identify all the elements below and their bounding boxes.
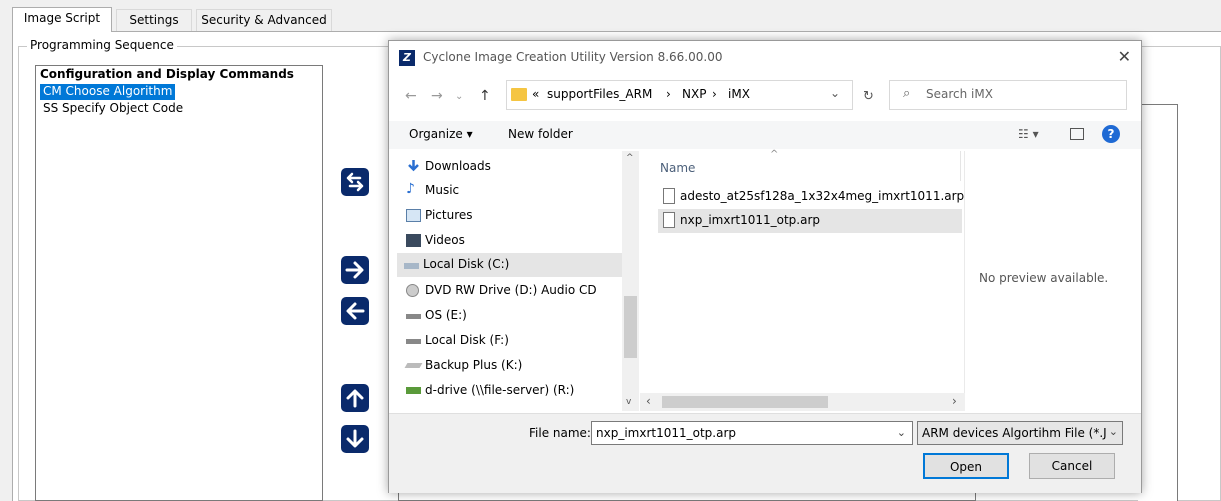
- sequence-item-specify-object-code[interactable]: SS Specify Object Code: [40, 101, 186, 117]
- scroll-up-icon[interactable]: ^: [626, 153, 634, 163]
- pictures-icon: [406, 209, 421, 222]
- add-right-button[interactable]: [341, 256, 369, 284]
- folder-icon: [511, 88, 527, 101]
- file-list: Name ^ adesto_at25sf128a_1x32x4meg_imxrt…: [640, 149, 965, 411]
- dialog-footer: File name: nxp_imxrt1011_otp.arp ⌄ ARM d…: [389, 413, 1141, 493]
- file-row-selected[interactable]: nxp_imxrt1011_otp.arp: [658, 209, 962, 233]
- file-type-value: ARM devices Algortihm File (*.J: [922, 426, 1107, 440]
- dialog-titlebar: Z Cyclone Image Creation Utility Version…: [389, 41, 1141, 73]
- navigation-bar: ← → ⌄ ↑ « supportFiles_ARM › NXP › iMX ⌄…: [389, 77, 1141, 115]
- sequence-item-choose-algorithm[interactable]: CM Choose Algorithm: [40, 84, 176, 100]
- close-icon[interactable]: ✕: [1118, 47, 1131, 66]
- file-icon: [663, 212, 675, 228]
- view-options-icon[interactable]: ☷ ▾: [1018, 127, 1039, 141]
- move-up-button[interactable]: [341, 384, 369, 412]
- external-drive-icon: [404, 363, 423, 368]
- cancel-button[interactable]: Cancel: [1029, 453, 1115, 479]
- breadcrumb-separator: ›: [712, 87, 717, 101]
- arrow-right-icon: [345, 261, 364, 279]
- tab-security-advanced[interactable]: Security & Advanced: [196, 9, 332, 31]
- nav-item-dvd-drive[interactable]: DVD RW Drive (D:) Audio CD: [399, 279, 621, 303]
- help-icon[interactable]: ?: [1102, 125, 1120, 143]
- preview-message: No preview available.: [979, 271, 1109, 285]
- chevron-down-icon[interactable]: ⌄: [897, 426, 906, 439]
- tab-settings[interactable]: Settings: [116, 9, 192, 31]
- dialog-toolbar: Organize ▾ New folder ☷ ▾ ?: [389, 121, 1141, 149]
- nav-scrollbar[interactable]: ^ v: [622, 151, 639, 411]
- tab-image-script[interactable]: Image Script: [12, 7, 112, 32]
- breadcrumb-imx[interactable]: iMX: [728, 87, 750, 101]
- scroll-left-icon[interactable]: ‹: [646, 394, 651, 408]
- remove-left-button[interactable]: [341, 297, 369, 325]
- breadcrumb-supportfiles-arm[interactable]: supportFiles_ARM: [547, 87, 652, 101]
- app-logo-icon: Z: [399, 50, 415, 66]
- file-list-scrollbar-thumb[interactable]: [662, 396, 828, 408]
- swap-button[interactable]: [341, 168, 369, 196]
- file-row[interactable]: adesto_at25sf128a_1x32x4meg_imxrt1011.ar…: [658, 185, 964, 209]
- open-file-dialog: Z Cyclone Image Creation Utility Version…: [388, 40, 1142, 493]
- sequence-header: Configuration and Display Commands: [40, 67, 294, 81]
- back-icon[interactable]: ←: [405, 88, 417, 104]
- search-icon: ⌕: [903, 86, 911, 101]
- arrow-left-icon: [346, 302, 365, 320]
- file-name-input[interactable]: nxp_imxrt1011_otp.arp ⌄: [591, 421, 913, 445]
- nav-scrollbar-thumb[interactable]: [624, 296, 637, 358]
- nav-item-backup-plus[interactable]: Backup Plus (K:): [399, 354, 621, 378]
- swap-arrows-icon: [346, 172, 364, 192]
- scroll-right-icon[interactable]: ›: [952, 394, 957, 408]
- up-folder-icon[interactable]: ↑: [479, 88, 491, 104]
- file-icon: [663, 188, 675, 204]
- arrow-up-icon: [346, 389, 364, 408]
- search-placeholder: Search iMX: [926, 87, 993, 101]
- nav-item-pictures[interactable]: Pictures: [399, 204, 621, 228]
- preview-pane-icon[interactable]: [1070, 128, 1084, 140]
- file-type-select[interactable]: ARM devices Algortihm File (*.J ⌄: [917, 421, 1123, 445]
- dialog-title: Cyclone Image Creation Utility Version 8…: [423, 50, 723, 64]
- recent-locations-icon[interactable]: ⌄: [455, 91, 463, 102]
- dvd-disc-icon: [406, 284, 419, 297]
- drive-icon: [406, 339, 421, 344]
- organize-menu[interactable]: Organize ▾: [409, 127, 473, 141]
- new-folder-button[interactable]: New folder: [508, 127, 573, 141]
- nav-item-local-disk-f[interactable]: Local Disk (F:): [399, 329, 621, 353]
- refresh-icon[interactable]: ↻: [863, 89, 874, 104]
- nav-item-downloads[interactable]: Downloads: [399, 155, 621, 179]
- image-content-panel-edge: [1138, 104, 1178, 501]
- column-header-name[interactable]: Name: [660, 161, 695, 175]
- drive-icon: [404, 263, 419, 269]
- breadcrumb-overflow[interactable]: «: [532, 87, 539, 101]
- nav-item-d-drive[interactable]: d-drive (\\file-server) (R:): [399, 379, 621, 403]
- nav-item-local-disk-c[interactable]: Local Disk (C:): [397, 253, 623, 277]
- navigation-pane: Downloads ♪ Music Pictures Videos Local …: [389, 151, 639, 411]
- sort-up-icon: ^: [770, 149, 779, 160]
- search-box[interactable]: ⌕ Search iMX: [889, 80, 1127, 110]
- move-down-button[interactable]: [341, 425, 369, 453]
- drive-icon: [406, 314, 421, 319]
- videos-icon: [406, 234, 421, 247]
- address-bar[interactable]: « supportFiles_ARM › NXP › iMX ⌄: [506, 80, 853, 110]
- file-name-value: nxp_imxrt1011_otp.arp: [596, 426, 737, 440]
- network-drive-icon: [406, 387, 421, 394]
- scroll-down-icon[interactable]: v: [626, 397, 631, 407]
- chevron-down-icon[interactable]: ⌄: [830, 86, 840, 100]
- column-divider: [960, 151, 961, 181]
- nav-item-videos[interactable]: Videos: [399, 229, 621, 253]
- arrow-down-icon: [346, 429, 364, 448]
- chevron-down-icon[interactable]: ⌄: [1109, 425, 1118, 438]
- music-note-icon: ♪: [406, 181, 415, 197]
- file-name-label: File name:: [529, 426, 591, 440]
- open-button[interactable]: Open: [923, 453, 1009, 479]
- file-list-scrollbar[interactable]: ‹ ›: [640, 393, 965, 411]
- download-arrow-icon: [408, 160, 419, 172]
- breadcrumb-nxp[interactable]: NXP: [682, 87, 706, 101]
- sequence-list[interactable]: [35, 65, 323, 501]
- forward-icon[interactable]: →: [431, 88, 443, 104]
- group-title: Programming Sequence: [27, 38, 177, 52]
- breadcrumb-separator: ›: [666, 87, 671, 101]
- nav-item-os-e[interactable]: OS (E:): [399, 304, 621, 328]
- nav-item-music[interactable]: ♪ Music: [399, 179, 621, 203]
